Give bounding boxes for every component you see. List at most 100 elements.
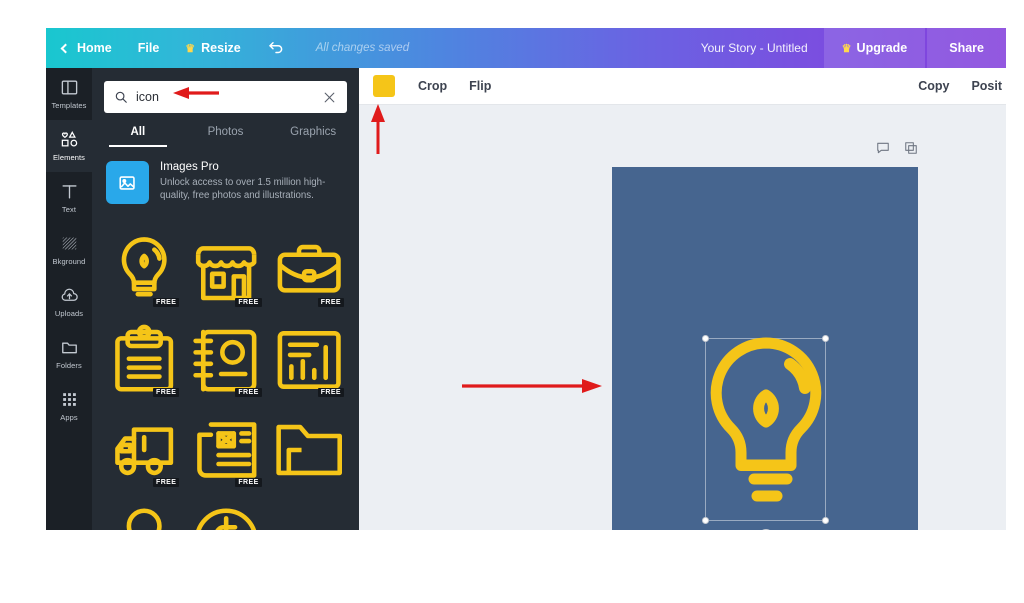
lightbulb-graphic[interactable] xyxy=(702,336,830,524)
result-folder[interactable] xyxy=(271,408,347,492)
canvas-toolbar: Crop Flip Copy Posit xyxy=(359,68,1006,105)
folder-icon xyxy=(276,424,342,476)
result-briefcase[interactable]: FREE xyxy=(271,228,347,312)
resize-button[interactable]: ♛ Resize xyxy=(172,28,253,68)
result-dollar-coin[interactable] xyxy=(188,498,264,530)
sidebar-label: Folders xyxy=(56,361,82,370)
result-person[interactable] xyxy=(106,498,182,530)
free-badge: FREE xyxy=(317,388,344,397)
chevron-left-icon xyxy=(60,43,71,53)
search-input[interactable] xyxy=(128,90,323,104)
copy-button[interactable]: Copy xyxy=(907,79,960,93)
undo-button[interactable] xyxy=(254,28,298,68)
images-pro-card[interactable]: Images Pro Unlock access to over 1.5 mil… xyxy=(92,147,359,214)
canvas-top-icons xyxy=(876,141,918,155)
artboard[interactable] xyxy=(612,167,918,530)
images-pro-title: Images Pro xyxy=(160,161,219,173)
close-icon[interactable] xyxy=(323,91,336,104)
free-badge: FREE xyxy=(235,298,262,307)
search-box[interactable] xyxy=(104,81,347,113)
sidebar-label: Uploads xyxy=(54,309,84,318)
flip-label: Flip xyxy=(469,79,492,93)
document-title[interactable]: Your Story - Untitled xyxy=(685,41,824,55)
home-button[interactable]: Home xyxy=(46,28,125,68)
tab-graphics[interactable]: Graphics xyxy=(269,126,357,147)
result-notebook[interactable]: FREE xyxy=(188,318,264,402)
free-badge: FREE xyxy=(235,478,262,487)
apps-icon xyxy=(62,393,76,406)
sidebar-item-elements[interactable]: Elements xyxy=(46,120,92,172)
sidebar-item-apps[interactable]: Apps xyxy=(46,380,92,432)
upgrade-label: Upgrade xyxy=(856,41,908,55)
tab-label: Photos xyxy=(207,126,244,138)
resize-handle-top-left[interactable] xyxy=(702,335,709,342)
canva-editor-window: Home File ♛ Resize All changes saved You… xyxy=(46,28,1006,530)
share-label: Share xyxy=(949,41,984,55)
free-badge: FREE xyxy=(153,388,180,397)
free-badge: FREE xyxy=(235,388,262,397)
sidebar-label: Bkground xyxy=(52,257,86,266)
tab-photos[interactable]: Photos xyxy=(182,126,270,147)
images-pro-text: Images Pro Unlock access to over 1.5 mil… xyxy=(160,161,347,204)
toolbar-right-group: Copy Posit xyxy=(907,79,1006,93)
header-menu: Home File ♛ Resize All changes saved xyxy=(46,28,409,68)
result-storefront[interactable]: FREE xyxy=(188,228,264,312)
selection-box[interactable] xyxy=(702,335,829,530)
templates-icon xyxy=(61,80,77,95)
text-icon xyxy=(61,185,77,199)
undo-icon xyxy=(269,42,283,54)
search-icon xyxy=(115,91,127,103)
free-badge: FREE xyxy=(153,298,180,307)
rotate-handle[interactable] xyxy=(758,529,773,530)
app-header: Home File ♛ Resize All changes saved You… xyxy=(46,28,1006,68)
sidebar-item-bkground[interactable]: Bkground xyxy=(46,224,92,276)
images-pro-subtitle: Unlock access to over 1.5 million high-q… xyxy=(160,177,326,202)
canvas-area[interactable] xyxy=(359,105,1006,530)
resize-handle-bottom-left[interactable] xyxy=(702,517,709,524)
sidebar-label: Apps xyxy=(60,413,78,422)
result-newspaper[interactable]: FREE xyxy=(188,408,264,492)
position-label: Posit xyxy=(971,79,1002,93)
search-area xyxy=(92,68,359,113)
sidebar-item-templates[interactable]: Templates xyxy=(46,68,92,120)
sidebar-item-folders[interactable]: Folders xyxy=(46,328,92,380)
dollar-coin-icon xyxy=(196,508,257,530)
folders-icon xyxy=(61,342,77,354)
duplicate-icon[interactable] xyxy=(904,141,918,155)
resize-handle-top-right[interactable] xyxy=(822,335,829,342)
crop-button[interactable]: Crop xyxy=(407,79,458,93)
elements-icon xyxy=(61,131,77,147)
crown-icon: ♛ xyxy=(185,42,196,55)
upgrade-button[interactable]: ♛ Upgrade xyxy=(823,28,926,68)
color-swatch-button[interactable] xyxy=(373,75,395,97)
background-icon xyxy=(62,237,76,250)
flip-button[interactable]: Flip xyxy=(458,79,502,93)
image-icon xyxy=(106,161,149,204)
uploads-icon xyxy=(61,288,78,301)
sidebar-item-uploads[interactable]: Uploads xyxy=(46,276,92,328)
sidebar-item-text[interactable]: Text xyxy=(46,172,92,224)
position-button[interactable]: Posit xyxy=(960,79,1002,93)
resize-handle-bottom-right[interactable] xyxy=(822,517,829,524)
share-button[interactable]: Share xyxy=(927,28,1006,68)
result-truck[interactable]: FREE xyxy=(106,408,182,492)
file-label: File xyxy=(137,41,160,55)
crop-label: Crop xyxy=(418,79,448,93)
comment-icon[interactable] xyxy=(876,141,890,155)
sidebar-label: Templates xyxy=(51,101,87,110)
image-icon-glyph xyxy=(118,175,135,190)
copy-label: Copy xyxy=(918,79,950,93)
free-badge: FREE xyxy=(153,478,180,487)
elements-panel: All Photos Graphics Images Pro Unlock ac… xyxy=(92,68,373,530)
free-badge: FREE xyxy=(317,298,344,307)
result-lightbulb[interactable]: FREE xyxy=(106,228,182,312)
result-barchart[interactable]: FREE xyxy=(271,318,347,402)
save-status: All changes saved xyxy=(315,42,410,54)
resize-label: Resize xyxy=(201,41,241,55)
file-menu-button[interactable]: File xyxy=(125,28,173,68)
tab-all[interactable]: All xyxy=(94,126,182,147)
result-clipboard[interactable]: FREE xyxy=(106,318,182,402)
person-icon xyxy=(126,508,162,530)
crown-icon: ♛ xyxy=(841,42,852,55)
header-actions: Your Story - Untitled ♛ Upgrade Share xyxy=(685,28,1006,68)
